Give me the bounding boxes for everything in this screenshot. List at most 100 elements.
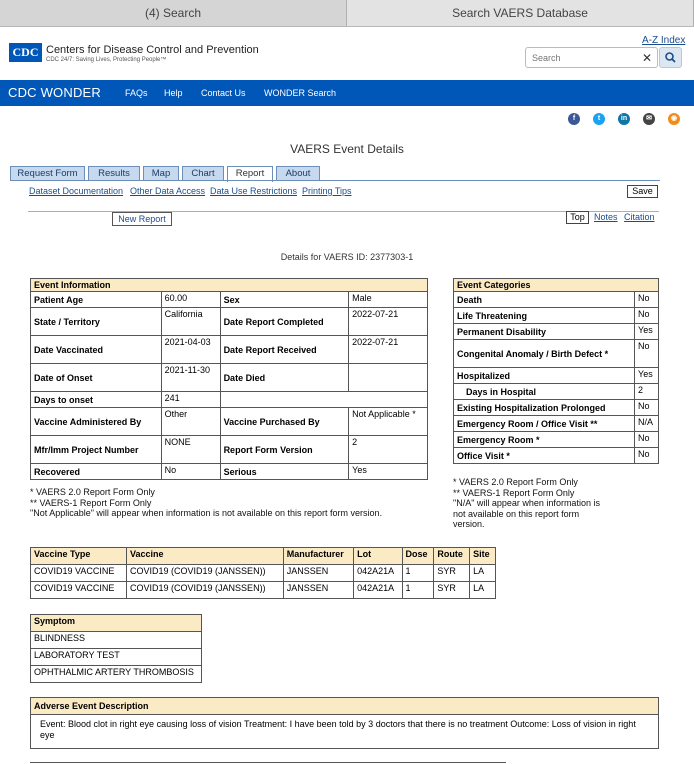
category-value: No xyxy=(634,447,659,464)
symptom-item: LABORATORY TEST xyxy=(30,648,202,666)
browser-tab[interactable]: (4) Search xyxy=(0,0,347,26)
column-header: Dose xyxy=(401,547,435,565)
category-label: Death xyxy=(452,291,636,308)
patient-age-label: Patient Age xyxy=(30,291,162,308)
browser-tab-bar: (4) Search Search VAERS Database xyxy=(0,0,694,27)
linkedin-icon[interactable]: in xyxy=(618,113,630,125)
symptom-item: BLINDNESS xyxy=(30,631,202,649)
vaccine-purchased-by-value: Not Applicable * xyxy=(348,407,428,436)
vaccine-purchased-by-label: Vaccine Purchased By xyxy=(219,407,350,436)
nav-help[interactable]: Help xyxy=(164,88,183,98)
event-categories-header: Event Categories xyxy=(453,278,659,292)
cdc-logo[interactable]: CDC xyxy=(9,43,42,62)
az-index-link[interactable]: A-Z Index xyxy=(642,35,685,46)
column-header: Vaccine Type xyxy=(29,547,128,565)
date-died-value xyxy=(348,363,428,392)
category-label: Permanent Disability xyxy=(452,323,636,340)
column-header: Lot xyxy=(353,547,403,565)
event-information-table: Event Information Patient Age 60.00 Sex … xyxy=(30,278,429,480)
table-cell: JANSSEN xyxy=(282,564,355,582)
search-button[interactable] xyxy=(659,47,682,68)
tab-chart[interactable]: Chart xyxy=(182,166,224,181)
wonder-title[interactable]: CDC WONDER xyxy=(8,85,101,100)
vaccine-administered-by-value: Other xyxy=(160,407,221,436)
date-vaccinated-label: Date Vaccinated xyxy=(30,335,162,364)
column-header: Manufacturer xyxy=(282,547,355,565)
category-label: Emergency Room * xyxy=(452,431,636,448)
other-data-access-link[interactable]: Other Data Access xyxy=(130,186,205,196)
table-cell: 1 xyxy=(401,564,435,582)
days-to-onset-label: Days to onset xyxy=(30,391,162,408)
printing-tips-link[interactable]: Printing Tips xyxy=(302,186,352,196)
vaccine-administered-by-label: Vaccine Administered By xyxy=(30,407,162,436)
serious-value: Yes xyxy=(348,463,428,480)
date-report-completed-label: Date Report Completed xyxy=(219,307,350,336)
table-cell: SYR xyxy=(433,581,471,599)
nav-contact-us[interactable]: Contact Us xyxy=(201,88,246,98)
date-of-onset-value: 2021-11-30 xyxy=(160,363,221,392)
save-button[interactable]: Save xyxy=(627,185,658,198)
facebook-icon[interactable]: f xyxy=(568,113,580,125)
state-label: State / Territory xyxy=(30,307,162,336)
notes-link[interactable]: Notes xyxy=(594,212,618,222)
note-line: ** VAERS-1 Report Form Only xyxy=(30,497,152,508)
category-value: Yes xyxy=(634,323,659,340)
table-cell: COVID19 VACCINE xyxy=(29,581,128,599)
category-label: Existing Hospitalization Prolonged xyxy=(452,399,636,416)
org-name: Centers for Disease Control and Preventi… xyxy=(46,44,259,56)
table-cell: COVID19 VACCINE xyxy=(29,564,128,582)
adverse-event-header: Adverse Event Description xyxy=(31,698,658,715)
divider xyxy=(30,762,506,763)
symptom-item: OPHTHALMIC ARTERY THROMBOSIS xyxy=(30,665,202,683)
date-report-received-value: 2022-07-21 xyxy=(348,335,428,364)
category-label: Office Visit * xyxy=(452,447,636,464)
close-icon[interactable]: ✕ xyxy=(642,51,652,65)
note-line: * VAERS 2.0 Report Form Only xyxy=(30,487,155,497)
category-value: No xyxy=(634,431,659,448)
category-value: No xyxy=(634,307,659,324)
recovered-label: Recovered xyxy=(30,463,162,480)
category-label: Life Threatening xyxy=(452,307,636,324)
tab-request-form[interactable]: Request Form xyxy=(10,166,85,181)
mfr-project-number-label: Mfr/Imm Project Number xyxy=(30,435,162,464)
search-input[interactable] xyxy=(526,48,634,68)
twitter-icon[interactable]: t xyxy=(593,113,605,125)
column-header: Site xyxy=(469,547,496,565)
table-row: COVID19 VACCINE COVID19 (COVID19 (JANSSE… xyxy=(29,564,496,582)
email-icon[interactable]: ✉ xyxy=(643,113,655,125)
date-vaccinated-value: 2021-04-03 xyxy=(160,335,221,364)
data-use-restrictions-link[interactable]: Data Use Restrictions xyxy=(210,186,297,196)
column-header: Vaccine xyxy=(126,547,284,565)
syndicate-icon[interactable]: ◉ xyxy=(668,113,680,125)
category-value: Yes xyxy=(634,367,659,384)
new-report-button[interactable]: New Report xyxy=(112,212,172,226)
tab-map[interactable]: Map xyxy=(143,166,179,181)
org-tagline: CDC 24/7: Saving Lives, Protecting Peopl… xyxy=(46,57,167,63)
sex-label: Sex xyxy=(219,291,350,308)
table-cell: COVID19 (COVID19 (JANSSEN)) xyxy=(126,581,284,599)
report-form-version-label: Report Form Version xyxy=(219,435,350,464)
category-value: N/A xyxy=(634,415,659,432)
patient-age-value: 60.00 xyxy=(160,291,221,308)
symptom-table: Symptom BLINDNESS LABORATORY TEST OPHTHA… xyxy=(30,614,202,683)
nav-faqs[interactable]: FAQs xyxy=(125,88,148,98)
dataset-documentation-link[interactable]: Dataset Documentation xyxy=(29,186,123,196)
table-cell: COVID19 (COVID19 (JANSSEN)) xyxy=(126,564,284,582)
nav-wonder-search[interactable]: WONDER Search xyxy=(264,88,336,98)
tab-results[interactable]: Results xyxy=(88,166,140,181)
tab-about[interactable]: About xyxy=(276,166,320,181)
category-label: Hospitalized xyxy=(452,367,636,384)
citation-link[interactable]: Citation xyxy=(624,212,655,222)
vaccine-table: Vaccine Type Vaccine Manufacturer Lot Do… xyxy=(29,547,496,599)
note-line: * VAERS 2.0 Report Form Only xyxy=(453,477,578,487)
report-form-version-value: 2 xyxy=(348,435,428,464)
top-button[interactable]: Top xyxy=(566,211,589,224)
browser-tab-active[interactable]: Search VAERS Database xyxy=(347,0,694,26)
table-cell: LA xyxy=(469,564,496,582)
note-line: ** VAERS-1 Report Form Only xyxy=(453,487,575,498)
event-categories-table: Event Categories Death No Life Threatenin… xyxy=(452,278,659,464)
empty-cell xyxy=(219,391,429,408)
table-cell: JANSSEN xyxy=(282,581,355,599)
table-cell: LA xyxy=(469,581,496,599)
note-line: "Not Applicable" will appear when inform… xyxy=(30,508,383,518)
